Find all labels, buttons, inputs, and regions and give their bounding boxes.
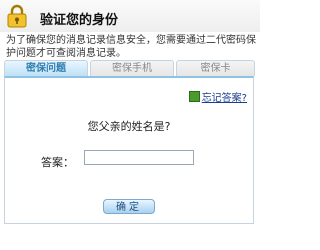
dialog-header: 验证您的身份 (0, 0, 260, 32)
forgot-answer-link[interactable]: 忘记答案? (188, 89, 247, 104)
verification-tabs: 密保问题 密保手机 密保卡 (4, 60, 255, 76)
forgot-answer-label: 忘记答案? (201, 93, 247, 104)
security-description: 为了确保您的消息记录信息安全，您需要通过二代密码保护问题才可查阅消息记录。 (6, 35, 256, 59)
tab-security-question[interactable]: 密保问题 (4, 60, 88, 76)
security-question: 您父亲的姓名是? (87, 120, 171, 133)
question-help-icon (188, 91, 200, 102)
page-title: 验证您的身份 (40, 13, 119, 28)
verification-panel: 忘记答案? 您父亲的姓名是? 答案： 确定 (4, 76, 254, 224)
lock-icon (7, 4, 27, 28)
tab-security-card[interactable]: 密保卡 (176, 60, 255, 76)
answer-input[interactable] (84, 150, 194, 165)
confirm-button[interactable]: 确定 (103, 199, 155, 214)
tab-security-phone[interactable]: 密保手机 (90, 60, 174, 76)
answer-label: 答案： (41, 156, 74, 169)
